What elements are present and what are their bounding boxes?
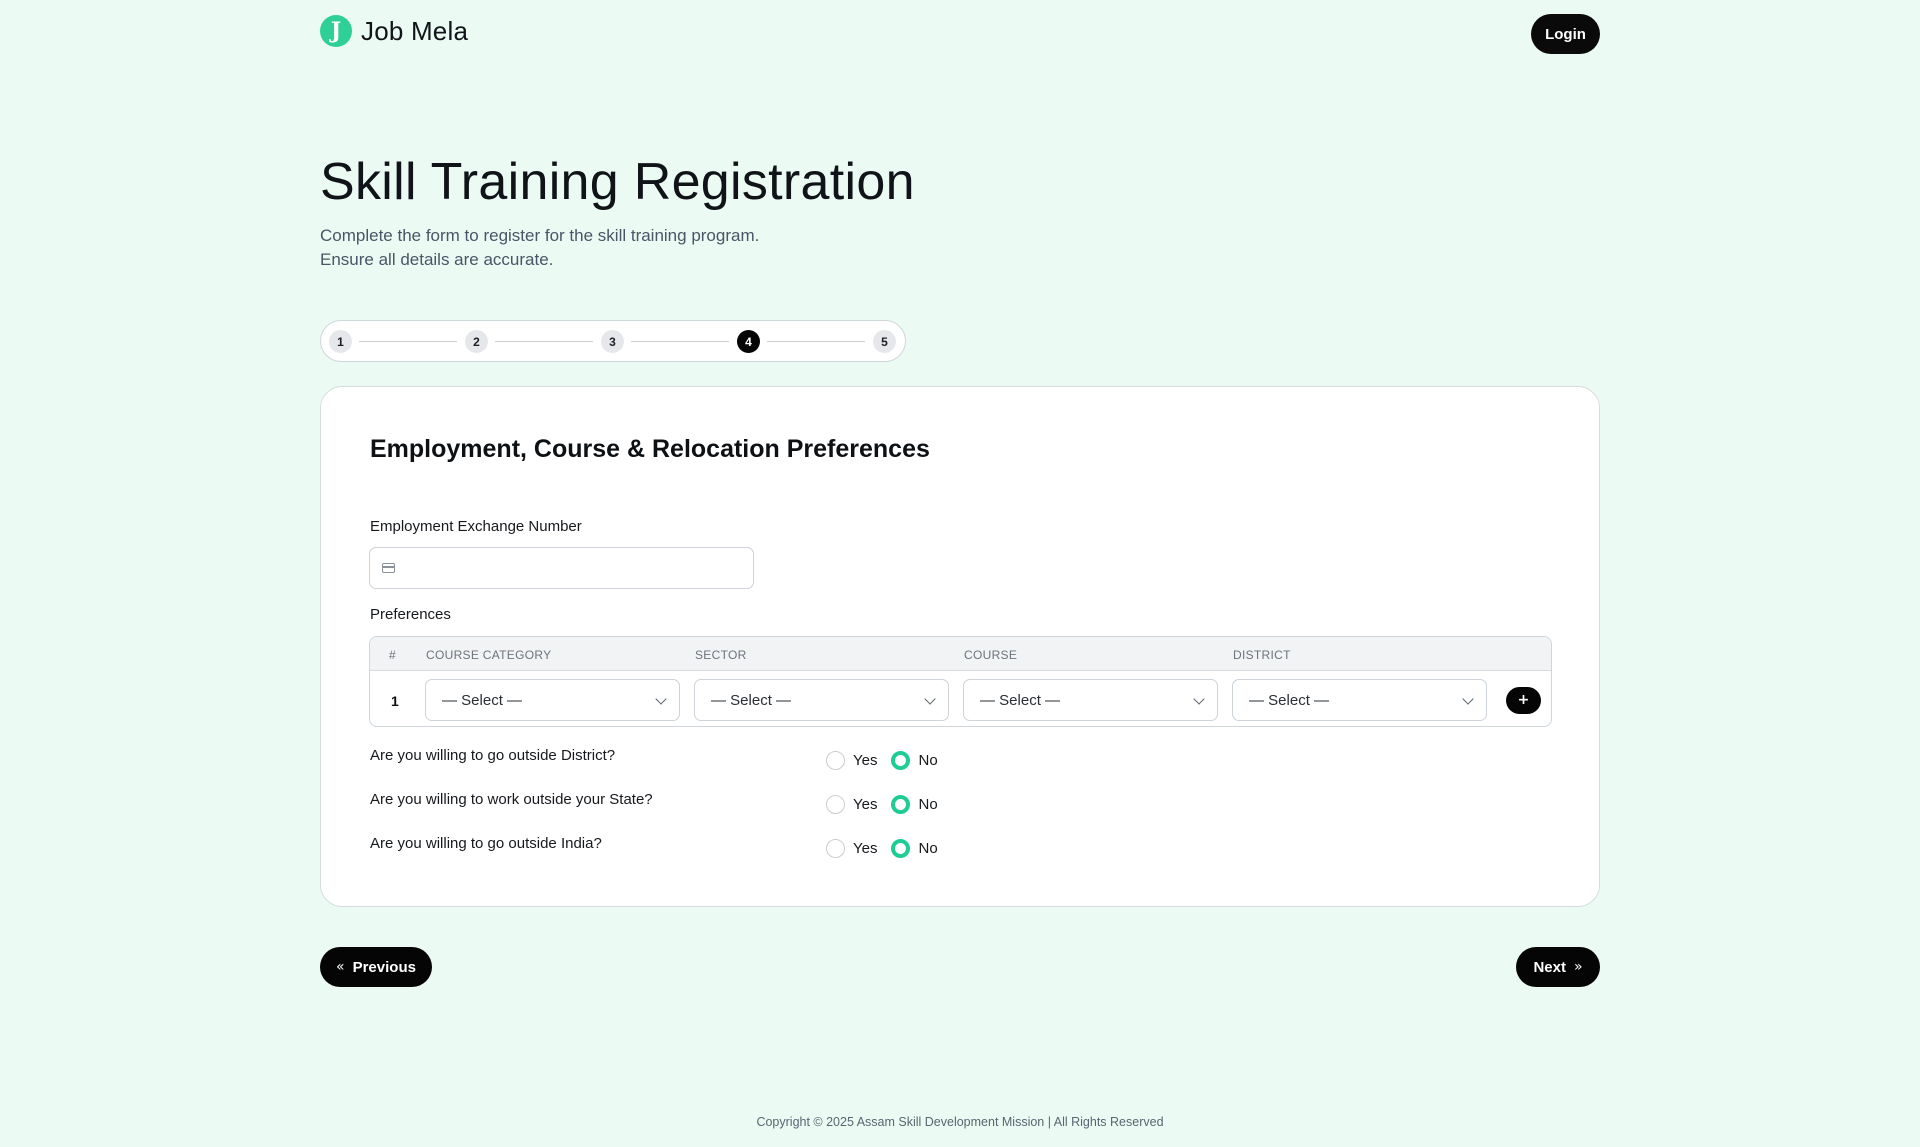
chevrons-right-icon: » (1573, 959, 1583, 975)
section-title: Employment, Course & Relocation Preferen… (370, 435, 930, 463)
row-number: 1 (391, 693, 399, 709)
preferences-table: # COURSE CATEGORY SECTOR COURSE DISTRICT… (369, 636, 1552, 727)
chevron-down-icon (924, 693, 936, 705)
step-2[interactable]: 2 (465, 330, 488, 353)
radio-group-state: Yes No (826, 795, 938, 814)
card-icon (382, 563, 395, 573)
radio-yes[interactable] (826, 795, 845, 814)
district-select[interactable]: — Select — (1232, 679, 1487, 721)
next-label: Next (1533, 958, 1566, 976)
step-connector (767, 341, 865, 342)
radio-yes[interactable] (826, 751, 845, 770)
step-1[interactable]: 1 (329, 330, 352, 353)
form-card: Employment, Course & Relocation Preferen… (320, 386, 1600, 907)
step-connector (495, 341, 593, 342)
progress-stepper: 1 2 3 4 5 (320, 320, 906, 362)
radio-yes[interactable] (826, 839, 845, 858)
col-header-sector: SECTOR (695, 648, 747, 662)
previous-button[interactable]: « Previous (320, 947, 432, 987)
next-button[interactable]: Next » (1516, 947, 1600, 987)
question-outside-state: Are you willing to work outside your Sta… (370, 791, 653, 808)
radio-no[interactable] (891, 795, 911, 814)
step-4[interactable]: 4 (737, 330, 760, 353)
step-5[interactable]: 5 (873, 330, 896, 353)
logo-icon: J (320, 15, 352, 47)
sector-select[interactable]: — Select — (694, 679, 949, 721)
table-header: # COURSE CATEGORY SECTOR COURSE DISTRICT (370, 637, 1551, 671)
question-outside-district: Are you willing to go outside District? (370, 747, 616, 764)
select-value: — Select — (1249, 692, 1330, 709)
radio-yes-label: Yes (853, 752, 878, 769)
col-header-num: # (389, 648, 396, 662)
radio-yes-label: Yes (853, 796, 878, 813)
radio-no-label: No (918, 840, 938, 857)
select-value: — Select — (980, 692, 1061, 709)
course-category-select[interactable]: — Select — (425, 679, 680, 721)
course-select[interactable]: — Select — (963, 679, 1218, 721)
col-header-course-category: COURSE CATEGORY (426, 648, 552, 662)
select-value: — Select — (711, 692, 792, 709)
radio-group-district: Yes No (826, 751, 938, 770)
chevrons-left-icon: « (336, 959, 345, 975)
radio-no[interactable] (891, 839, 911, 858)
add-row-button[interactable]: + (1506, 687, 1541, 714)
preferences-label: Preferences (370, 606, 451, 623)
login-button[interactable]: Login (1531, 14, 1600, 54)
header: J Job Mela Login (320, 14, 1600, 54)
step-connector (631, 341, 729, 342)
chevron-down-icon (655, 693, 667, 705)
radio-no-label: No (918, 752, 938, 769)
col-header-course: COURSE (964, 648, 1018, 662)
radio-yes-label: Yes (853, 840, 878, 857)
page-title: Skill Training Registration (320, 153, 915, 211)
subtitle-line-1: Complete the form to register for the sk… (320, 226, 760, 245)
chevron-down-icon (1193, 693, 1205, 705)
footer-copyright: Copyright © 2025 Assam Skill Development… (756, 1115, 1164, 1129)
radio-no-label: No (918, 796, 938, 813)
logo[interactable]: J Job Mela (320, 15, 468, 47)
step-3[interactable]: 3 (601, 330, 624, 353)
previous-label: Previous (352, 958, 416, 976)
radio-group-india: Yes No (826, 839, 938, 858)
select-value: — Select — (442, 692, 523, 709)
step-connector (359, 341, 457, 342)
subtitle-line-2: Ensure all details are accurate. (320, 250, 554, 269)
brand-name: Job Mela (361, 15, 469, 46)
radio-no[interactable] (891, 751, 911, 770)
col-header-district: DISTRICT (1233, 648, 1291, 662)
question-outside-india: Are you willing to go outside India? (370, 835, 602, 852)
chevron-down-icon (1462, 693, 1474, 705)
exchange-number-input[interactable] (369, 547, 754, 589)
page-subtitle: Complete the form to register for the sk… (320, 224, 759, 272)
exchange-number-label: Employment Exchange Number (370, 518, 582, 535)
